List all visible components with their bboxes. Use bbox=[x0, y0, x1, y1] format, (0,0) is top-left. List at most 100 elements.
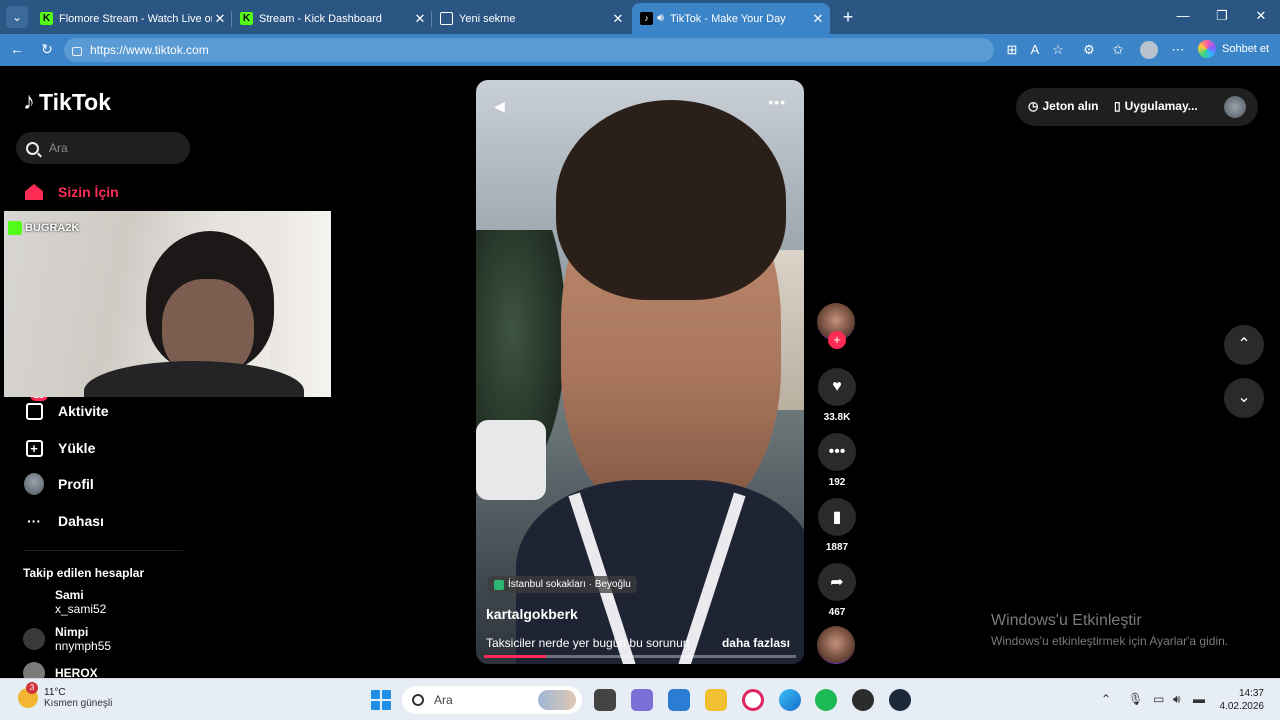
tab-tiktok[interactable]: ♪ 🔊︎ TikTok - Make Your Day ✕ bbox=[632, 3, 830, 34]
comment-icon[interactable]: ••• bbox=[818, 433, 856, 471]
tab-title: TikTok - Make Your Day bbox=[669, 12, 786, 25]
video-player[interactable]: ◀︎ ••• İstanbul sokakları · Beyoğlu kart… bbox=[476, 80, 804, 664]
volume-icon[interactable]: 🔊︎ bbox=[1173, 692, 1181, 707]
see-more-link[interactable]: daha fazlası bbox=[722, 636, 790, 650]
favorites-icon[interactable]: ✩ bbox=[1110, 42, 1126, 58]
creator-avatar-follow[interactable]: + bbox=[817, 303, 857, 349]
edge-icon[interactable] bbox=[779, 689, 801, 711]
weather-widget[interactable]: 3 11°C Kısmen güneşli bbox=[18, 682, 112, 709]
nav-upload[interactable]: + Yükle bbox=[24, 438, 95, 458]
url-text: https://www.tiktok.com bbox=[90, 43, 209, 57]
lock-icon[interactable] bbox=[72, 47, 82, 56]
network-icon[interactable]: ▭ bbox=[1153, 692, 1164, 706]
profile-avatar[interactable] bbox=[1140, 41, 1158, 59]
mute-icon[interactable]: ◀︎ bbox=[494, 98, 505, 115]
app-available-icon[interactable]: ⊞ bbox=[1004, 42, 1020, 58]
tab-title: Stream - Kick Dashboard bbox=[259, 12, 382, 25]
next-video-chevron-down-icon[interactable]: ⌄ bbox=[1224, 378, 1264, 418]
location-text: İstanbul sokakları · Beyoğlu bbox=[508, 579, 631, 590]
profile-avatar bbox=[24, 473, 44, 495]
following-account-herox[interactable]: HEROX bbox=[23, 662, 98, 678]
start-icon[interactable] bbox=[371, 690, 391, 710]
opera-icon[interactable] bbox=[742, 689, 764, 711]
location-tag[interactable]: İstanbul sokakları · Beyoğlu bbox=[488, 576, 637, 593]
copilot-button[interactable]: Sohbet et bbox=[1198, 40, 1269, 58]
webcam-tag-text: BUGRA2K bbox=[25, 222, 80, 234]
clock[interactable]: 14:37 4.02.2026 bbox=[1216, 687, 1265, 713]
taskbar-search[interactable]: Ara bbox=[402, 686, 582, 714]
comment-action[interactable]: ••• 192 bbox=[817, 433, 857, 488]
nav-profile[interactable]: Profil bbox=[24, 473, 94, 495]
nav-label: Dahası bbox=[58, 513, 104, 529]
clock-time: 14:37 bbox=[1238, 688, 1264, 699]
get-app-button[interactable]: ▯ Uygulamay... bbox=[1114, 99, 1198, 113]
nav-label: Sizin İçin bbox=[58, 184, 119, 200]
tiktok-logo[interactable]: ♪ TikTok bbox=[23, 88, 111, 116]
heart-icon[interactable]: ♥ bbox=[818, 368, 856, 406]
favorite-star-icon[interactable]: ☆ bbox=[1050, 42, 1066, 58]
obs-icon[interactable] bbox=[852, 689, 874, 711]
video-more-icon[interactable]: ••• bbox=[768, 94, 786, 110]
refresh-icon[interactable]: ↻ bbox=[38, 41, 56, 58]
show-hidden-icons-chevron-up-icon[interactable]: ⌃ bbox=[1101, 692, 1111, 706]
translate-icon[interactable]: A bbox=[1027, 42, 1043, 58]
account-avatar bbox=[23, 591, 45, 613]
video-scene-car bbox=[476, 420, 546, 500]
like-action[interactable]: ♥ 33.8K bbox=[817, 368, 857, 423]
tab-actions-menu-icon[interactable]: ⌄ bbox=[6, 6, 28, 28]
video-author[interactable]: kartalgokberk bbox=[486, 606, 578, 622]
share-icon[interactable]: ➦ bbox=[818, 563, 856, 601]
nav-activity[interactable]: 23 Aktivite bbox=[24, 389, 109, 421]
close-tab-icon[interactable]: ✕ bbox=[212, 11, 228, 27]
more-options-icon[interactable]: ⋯ bbox=[1170, 42, 1186, 58]
user-avatar[interactable] bbox=[1224, 96, 1246, 118]
tab-kick-dashboard[interactable]: K Stream - Kick Dashboard ✕ bbox=[232, 3, 432, 34]
following-account-nimpi[interactable]: Nimpi nnymph55 bbox=[23, 625, 111, 653]
store-icon[interactable] bbox=[668, 689, 690, 711]
previous-video-chevron-up-icon[interactable]: ⌃ bbox=[1224, 325, 1264, 365]
following-title: Takip edilen hesaplar bbox=[23, 566, 145, 580]
url-field[interactable]: https://www.tiktok.com bbox=[64, 38, 994, 62]
teams-icon[interactable] bbox=[631, 689, 653, 711]
music-disc-avatar[interactable] bbox=[817, 626, 855, 664]
task-view-icon[interactable] bbox=[594, 689, 616, 711]
activation-watermark-title: Windows'u Etkinleştir bbox=[991, 612, 1142, 629]
video-progress-bar[interactable] bbox=[484, 655, 796, 658]
tab-flomore[interactable]: K Flomore Stream - Watch Live on Ki ✕ bbox=[32, 3, 232, 34]
share-action[interactable]: ➦ 467 bbox=[817, 563, 857, 618]
file-explorer-icon[interactable] bbox=[705, 689, 727, 711]
speaker-icon[interactable]: 🔊︎ bbox=[657, 12, 664, 25]
nav-for-you[interactable]: Sizin İçin bbox=[24, 182, 119, 202]
close-tab-icon[interactable]: ✕ bbox=[610, 11, 626, 27]
close-tab-icon[interactable]: ✕ bbox=[810, 11, 826, 27]
extensions-icon[interactable]: ⚙ bbox=[1081, 42, 1097, 58]
account-avatar bbox=[23, 662, 45, 678]
minimize-icon[interactable]: — bbox=[1173, 8, 1193, 23]
tiktok-icon: ♪ bbox=[640, 12, 653, 25]
save-action[interactable]: ▮ 1887 bbox=[817, 498, 857, 553]
taskbar-search-placeholder: Ara bbox=[434, 693, 453, 707]
battery-icon[interactable]: ▬ bbox=[1193, 692, 1205, 706]
new-tab-button[interactable]: + bbox=[838, 7, 858, 28]
header-actions: ◷ Jeton alın ▯ Uygulamay... bbox=[1016, 88, 1258, 126]
spotify-icon[interactable] bbox=[815, 689, 837, 711]
restore-icon[interactable]: ❐ bbox=[1212, 8, 1232, 24]
back-icon[interactable]: ← bbox=[8, 41, 26, 57]
steam-icon[interactable] bbox=[889, 689, 911, 711]
follow-plus-icon[interactable]: + bbox=[828, 331, 846, 349]
close-tab-icon[interactable]: ✕ bbox=[412, 11, 428, 27]
taskbar: 3 11°C Kısmen güneşli Ara ⌃ 🎙︎ ▭ 🔊︎ ▬ 14… bbox=[0, 678, 1280, 720]
music-disc[interactable] bbox=[817, 626, 857, 664]
get-coins-button[interactable]: ◷ Jeton alın bbox=[1028, 99, 1099, 113]
tiktok-page: ♪ TikTok Ara Sizin İçin 23 Aktivite + Yü… bbox=[4, 66, 1276, 678]
nav-more[interactable]: ··· Dahası bbox=[24, 511, 104, 531]
following-account-sami[interactable]: Sami x_sami52 bbox=[23, 588, 106, 616]
tab-new-tab[interactable]: Yeni sekme ✕ bbox=[432, 3, 630, 34]
video-person-hair bbox=[556, 100, 786, 300]
microphone-icon[interactable]: 🎙︎ bbox=[1128, 692, 1143, 706]
close-window-icon[interactable]: ✕ bbox=[1251, 8, 1271, 24]
search-input[interactable]: Ara bbox=[16, 132, 190, 164]
bookmark-icon[interactable]: ▮ bbox=[818, 498, 856, 536]
account-handle: nnymph55 bbox=[55, 639, 112, 653]
coins-label: Jeton alın bbox=[1042, 99, 1099, 113]
